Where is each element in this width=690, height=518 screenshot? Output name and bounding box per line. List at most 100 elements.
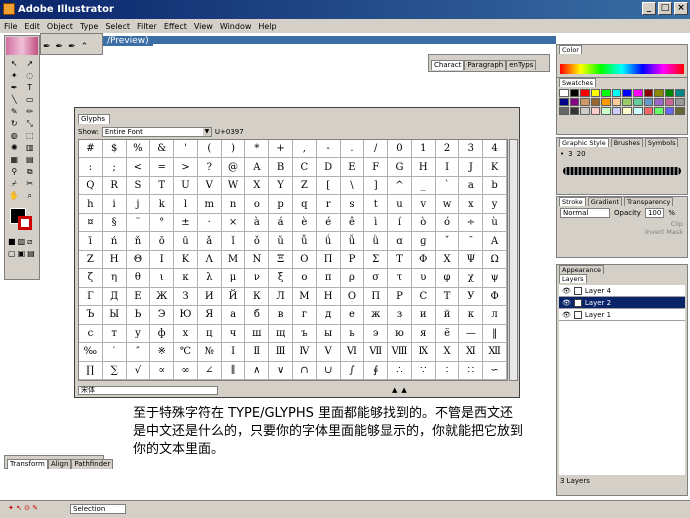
glyph-cell[interactable]: Н [316,287,341,307]
glyph-cell[interactable]: ù [483,213,507,233]
glyph-cell[interactable]: Ⅱ [245,343,270,362]
swatch[interactable] [654,89,664,97]
glyph-cell[interactable]: ǔ [269,232,293,251]
glyph-cell[interactable]: < [126,158,151,177]
swatch[interactable] [675,107,685,115]
glyph-cell[interactable]: T [150,176,175,196]
swatch[interactable] [654,107,664,115]
glyph-cell[interactable]: ∑ [102,361,127,380]
swatch[interactable] [633,107,643,115]
swatch[interactable] [633,98,643,106]
glyph-cell[interactable]: σ [364,269,389,288]
glyph-cell[interactable]: Z [293,176,317,196]
glyph-cell[interactable]: ň [126,232,151,251]
glyph-cell[interactable]: ó [435,213,460,233]
swatch[interactable] [569,89,580,97]
glyph-cell[interactable]: , [293,140,317,159]
glyph-cell[interactable]: ∴ [388,361,412,380]
glyph-cell[interactable]: ê [340,213,365,233]
glyph-cell[interactable]: Д [102,287,127,307]
glyph-cell[interactable]: Ι [150,250,175,270]
glyph-cell[interactable]: № [197,343,222,362]
color-tab[interactable]: Color [559,45,582,54]
paintbrush-tool-icon[interactable]: ✎ [7,106,22,117]
menu-view[interactable]: View [194,22,213,31]
glyph-cell[interactable]: J [459,158,484,177]
glyph-cell[interactable]: ∩ [293,361,317,380]
glyph-cell[interactable]: ∨ [269,361,293,380]
glyph-cell[interactable]: ǜ [364,232,389,251]
glyph-cell[interactable]: а [221,306,246,325]
transform-tab-2[interactable]: Pathfinder [71,459,114,469]
glyph-cell[interactable]: ‰ [79,343,103,362]
glyph-cell[interactable]: κ [174,269,198,288]
glyph-cell[interactable]: [ [316,176,341,196]
minimize-button[interactable]: _ [642,2,656,15]
swatch[interactable] [633,89,643,97]
glyph-cell[interactable]: Ⅺ [459,343,484,362]
glyph-cell[interactable]: К [245,287,270,307]
glyph-cell[interactable]: ǐ [221,232,246,251]
glyph-cell[interactable]: П [364,287,389,307]
add-anchor-icon[interactable]: ✒ [56,42,64,52]
brush-stroke-preview[interactable] [563,167,681,175]
glyph-cell[interactable]: § [102,213,127,233]
glyph-cell[interactable]: з [388,306,412,325]
glyph-cell[interactable]: Ⅹ [435,343,460,362]
glyph-cell[interactable]: ч [221,324,246,344]
layer-row[interactable]: 👁 Layer 2 [559,297,685,309]
glyph-cell[interactable]: θ [126,269,151,288]
swatch[interactable] [643,107,654,115]
swatch[interactable] [622,89,633,97]
type-tool-icon[interactable]: T [23,82,38,93]
appearance-tab[interactable]: Appearance [559,265,605,274]
glyph-cell[interactable]: Ⅶ [364,343,389,362]
glyph-cell[interactable]: Ъ [79,306,103,325]
glyph-cell[interactable]: г [293,306,317,325]
line-tool-icon[interactable]: ╲ [7,94,22,105]
glyph-cell[interactable]: u [388,195,412,214]
glyph-cell[interactable]: k [150,195,175,214]
swatch[interactable] [569,107,580,115]
glyph-cell[interactable]: : [79,158,103,177]
glyph-cell[interactable]: a [459,176,484,196]
swatch[interactable] [664,98,675,106]
blend-tool-icon[interactable]: ⧉ [23,166,38,177]
glyph-cell[interactable]: p [269,195,293,214]
glyph-cell[interactable]: ∝ [150,361,175,380]
glyph-cell[interactable]: @ [221,158,246,177]
brush-size-a[interactable]: 3 [568,150,572,158]
glyph-cell[interactable]: в [269,306,293,325]
glyph-cell[interactable]: q [293,195,317,214]
glyph-cell[interactable]: \ [340,176,365,196]
glyph-cell[interactable]: Т [435,287,460,307]
gradient-tool-icon[interactable]: ▤ [23,154,38,165]
glyph-cell[interactable]: ё [435,324,460,344]
glyph-cell[interactable]: o [245,195,270,214]
glyph-cell[interactable]: v [411,195,436,214]
glyph-cell[interactable]: Ю [174,306,198,325]
glyph-cell[interactable]: ш [245,324,270,344]
glyph-cell[interactable]: G [388,158,412,177]
rectangle-tool-icon[interactable]: ▭ [23,94,38,105]
standard-screen-mode-icon[interactable]: ▢ [8,249,16,258]
glyph-cell[interactable]: B [269,158,293,177]
swatch[interactable] [675,98,685,106]
swatch[interactable] [601,98,611,106]
menu-object[interactable]: Object [47,22,73,31]
glyph-cell[interactable]: x [459,195,484,214]
gradient-mode-icon[interactable]: ▨ [18,237,26,247]
glyph-cell[interactable]: υ [411,269,436,288]
glyph-cell[interactable]: y [483,195,507,214]
glyph-cell[interactable]: ψ [483,269,507,288]
glyph-cell[interactable]: A [245,158,270,177]
stroke-tab-0[interactable]: Stroke [559,197,586,206]
swatch[interactable] [622,98,633,106]
glyph-cell[interactable]: Ψ [459,250,484,270]
glyph-cell[interactable]: Ⅸ [411,343,436,362]
glyph-cell[interactable]: 1 [411,140,436,159]
swatch[interactable] [601,107,611,115]
pen-tool-option-icon[interactable]: ✒ [43,42,51,52]
glyph-cell[interactable]: 3 [459,140,484,159]
glyph-cell[interactable]: б [245,306,270,325]
